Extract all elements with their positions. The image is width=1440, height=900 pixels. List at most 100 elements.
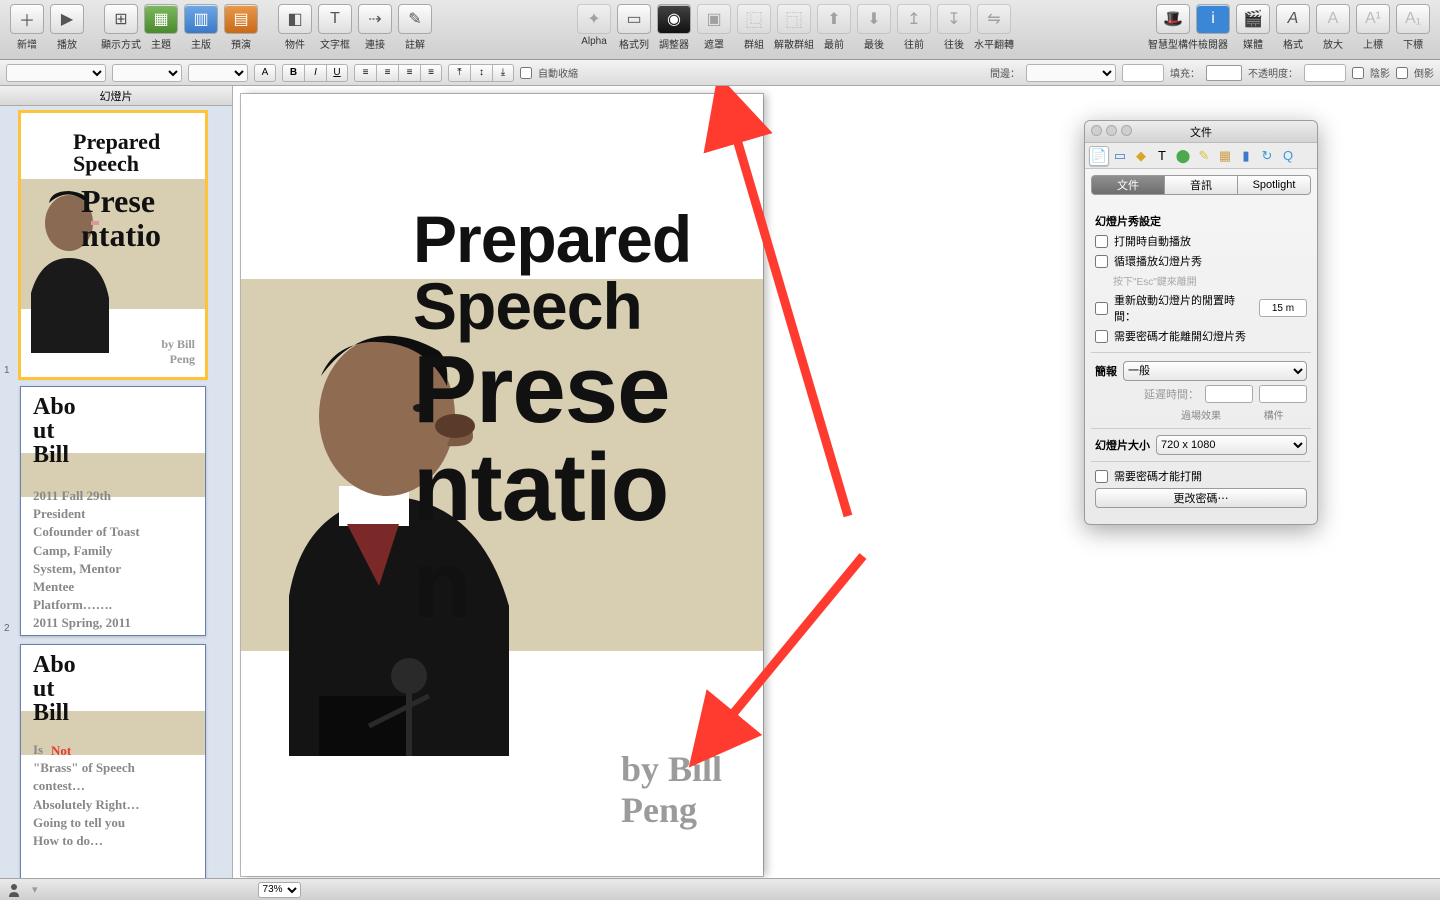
- idle-restart-checkbox[interactable]: [1095, 302, 1108, 315]
- front-button[interactable]: ⬆最前: [815, 4, 853, 51]
- thumb-3[interactable]: 3 Abo ut Bill Not Is "Brass" of Speech c…: [6, 644, 226, 878]
- theme-button[interactable]: ▦主題: [142, 4, 180, 51]
- qt-inspector-icon[interactable]: Q: [1278, 146, 1298, 166]
- align-right-button[interactable]: ≡: [398, 64, 420, 82]
- metrics-inspector-icon[interactable]: ✎: [1194, 146, 1214, 166]
- main-toolbar: ＋新增 ▶播放 ⊞顯示方式 ▦主題 ▥主版 ▤預演 ◧物件 T文字框 ⇢連接 ✎…: [0, 0, 1440, 60]
- mask-button[interactable]: ▣遮罩: [695, 4, 733, 51]
- opacity-input[interactable]: [1304, 64, 1346, 82]
- open-password-checkbox[interactable]: [1095, 470, 1108, 483]
- textbox-button[interactable]: T文字框: [316, 4, 354, 51]
- fill-label: 填充：: [1170, 65, 1200, 80]
- build-inspector-icon[interactable]: ◆: [1131, 146, 1151, 166]
- graphic-inspector-icon[interactable]: ⬤: [1173, 146, 1193, 166]
- zoomin-button[interactable]: A放大: [1314, 4, 1352, 51]
- valign-mid-button[interactable]: ↕: [470, 64, 492, 82]
- inspector-panel: 文件 📄 ▭ ◆ T ⬤ ✎ ▦ ▮ ↻ Q 文件 音訊 Spotlight 幻…: [1084, 120, 1318, 525]
- group-button[interactable]: ⿺群組: [735, 4, 773, 51]
- autofit-label: 自動收縮: [538, 65, 578, 80]
- align-left-button[interactable]: ≡: [354, 64, 376, 82]
- subscript-button[interactable]: A₁下標: [1394, 4, 1432, 51]
- align-center-button[interactable]: ≡: [376, 64, 398, 82]
- mirror-label: 倒影: [1414, 65, 1434, 80]
- object-button[interactable]: ◧物件: [276, 4, 314, 51]
- shadow-label: 陰影: [1370, 65, 1390, 80]
- slide-size-select[interactable]: 720 x 1080: [1156, 435, 1307, 455]
- backward-button[interactable]: ↧往後: [935, 4, 973, 51]
- esc-hint-label: 按下"Esc"鍵來離開: [1095, 273, 1307, 288]
- format-button[interactable]: ▭格式列: [615, 4, 653, 51]
- ungroup-button[interactable]: ⿹解散群組: [775, 4, 813, 51]
- zoom-icon[interactable]: [1121, 125, 1132, 136]
- adjust-button[interactable]: ◉調整器: [655, 4, 693, 51]
- align-justify-button[interactable]: ≡: [420, 64, 442, 82]
- transition-delay-input[interactable]: [1205, 385, 1253, 403]
- master-button[interactable]: ▥主版: [182, 4, 220, 51]
- underline-button[interactable]: U: [326, 64, 348, 82]
- mirror-checkbox[interactable]: [1396, 67, 1408, 79]
- forward-button[interactable]: ↥往前: [895, 4, 933, 51]
- slide-inspector-icon[interactable]: ▭: [1110, 146, 1130, 166]
- autofit-checkbox[interactable]: [520, 67, 532, 79]
- zoom-select[interactable]: 73%: [258, 882, 301, 898]
- valign-bot-button[interactable]: ⤓: [492, 64, 514, 82]
- preview-button[interactable]: ▤預演: [222, 4, 260, 51]
- slide: Prepared Speech Prese ntatio n by BillPe…: [241, 94, 763, 876]
- format2-button[interactable]: A格式: [1274, 4, 1312, 51]
- build-delay-input[interactable]: [1259, 385, 1307, 403]
- tab-document[interactable]: 文件: [1091, 175, 1165, 195]
- loop-checkbox[interactable]: [1095, 255, 1108, 268]
- italic-button[interactable]: I: [304, 64, 326, 82]
- view-mode-button[interactable]: ⊞顯示方式: [102, 4, 140, 51]
- flip-button[interactable]: ⇋水平翻轉: [975, 4, 1013, 51]
- fill-swatch[interactable]: [1206, 65, 1242, 81]
- link-inspector-icon[interactable]: ↻: [1257, 146, 1277, 166]
- presentation-type-label: 簡報: [1095, 363, 1117, 379]
- back-button[interactable]: ⬇最後: [855, 4, 893, 51]
- inspector-title: 文件: [1190, 124, 1212, 140]
- doc-inspector-icon[interactable]: 📄: [1089, 146, 1109, 166]
- thumb-2[interactable]: 2 Abo ut Bill 2011 Fall 29th President C…: [6, 386, 226, 636]
- new-slide-button[interactable]: ＋新增: [8, 4, 46, 51]
- alpha-button[interactable]: ✦Alpha: [575, 4, 613, 51]
- inspector-button[interactable]: i檢閱器: [1194, 4, 1232, 51]
- inspector-icon-tabs: 📄 ▭ ◆ T ⬤ ✎ ▦ ▮ ↻ Q: [1085, 143, 1317, 169]
- valign-top-button[interactable]: ⤒: [448, 64, 470, 82]
- table-inspector-icon[interactable]: ▦: [1215, 146, 1235, 166]
- navigator-title: 幻燈片: [100, 88, 133, 104]
- superscript-button[interactable]: A¹上標: [1354, 4, 1392, 51]
- format-bar: A B I U ≡ ≡ ≡ ≡ ⤒ ↕ ⤓ 自動收縮 間邊： 填充： 不透明度：…: [0, 60, 1440, 86]
- link-button[interactable]: ⇢連接: [356, 4, 394, 51]
- exit-password-checkbox[interactable]: [1095, 330, 1108, 343]
- tab-spotlight[interactable]: Spotlight: [1238, 175, 1311, 195]
- font-style-select[interactable]: [112, 64, 182, 82]
- inspector-body: 幻燈片秀設定 打開時自動播放 循環播放幻燈片秀 按下"Esc"鍵來離開 重新啟動…: [1085, 201, 1317, 524]
- close-icon[interactable]: [1091, 125, 1102, 136]
- font-size-select[interactable]: [188, 64, 248, 82]
- text-inspector-icon[interactable]: T: [1152, 146, 1172, 166]
- spacing-input[interactable]: [1122, 64, 1164, 82]
- tab-audio[interactable]: 音訊: [1165, 175, 1238, 195]
- presenter-icon[interactable]: [6, 882, 22, 898]
- comment-button[interactable]: ✎註解: [396, 4, 434, 51]
- font-family-select[interactable]: [6, 64, 106, 82]
- spacing-label: 間邊：: [990, 65, 1020, 80]
- presentation-type-select[interactable]: 一般: [1123, 361, 1307, 381]
- autoplay-checkbox[interactable]: [1095, 235, 1108, 248]
- smart-button[interactable]: 🎩智慧型構件: [1154, 4, 1192, 51]
- play-button[interactable]: ▶播放: [48, 4, 86, 51]
- minimize-icon[interactable]: [1106, 125, 1117, 136]
- shadow-checkbox[interactable]: [1352, 67, 1364, 79]
- change-password-button[interactable]: 更改密碼⋯: [1095, 488, 1307, 508]
- spacing-select[interactable]: [1026, 64, 1116, 82]
- status-bar: ▾ 73%: [0, 878, 1440, 900]
- inspector-subtabs: 文件 音訊 Spotlight: [1091, 175, 1311, 195]
- inspector-titlebar[interactable]: 文件: [1085, 121, 1317, 143]
- navigator-header: 幻燈片 ⋯: [0, 86, 232, 106]
- thumb-1[interactable]: 1 PreparedSpeech Presentatio by Bill Pen…: [6, 112, 226, 378]
- chart-inspector-icon[interactable]: ▮: [1236, 146, 1256, 166]
- media-button[interactable]: 🎬媒體: [1234, 4, 1272, 51]
- font-color-button[interactable]: A: [254, 64, 276, 82]
- bold-button[interactable]: B: [282, 64, 304, 82]
- idle-time-input[interactable]: [1259, 299, 1307, 317]
